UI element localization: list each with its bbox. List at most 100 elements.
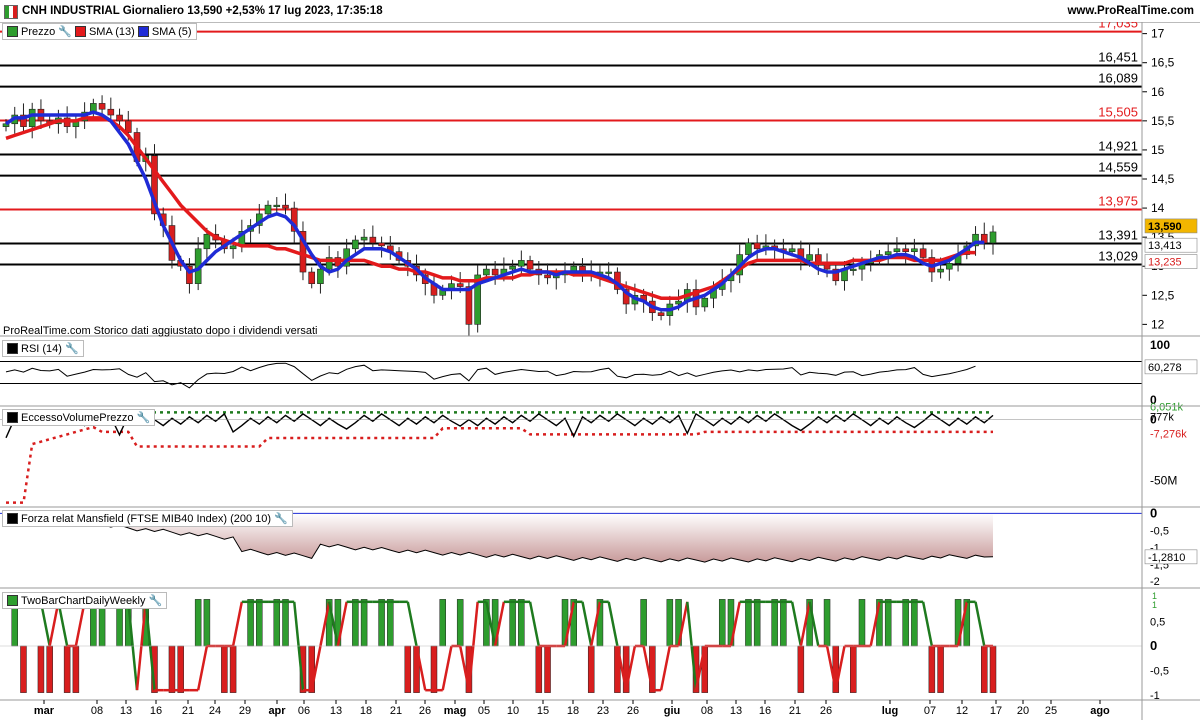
candle-body <box>884 251 892 255</box>
price-panel: 17,035 16,451 16,089 15,505 14,921 14,559 13,9… <box>0 22 1198 336</box>
twobar-bar <box>247 599 254 647</box>
current-price-label: 13,590 <box>1148 221 1182 233</box>
chart-area[interactable]: 17,03516,45116,08915,50514,92114,55913,9… <box>0 22 1200 720</box>
candle-body <box>116 114 123 122</box>
rsi-panel: 100060,278 <box>0 338 1198 407</box>
twobar-bar <box>282 599 289 647</box>
price-tick-label: 15 <box>1151 143 1165 157</box>
rsi-line <box>5 362 976 389</box>
candle-body <box>456 283 464 287</box>
x-tick-label: 21 <box>182 705 194 717</box>
candle-body <box>282 204 289 209</box>
candle-body <box>124 120 132 133</box>
rsi-tick-label: 100 <box>1150 338 1170 352</box>
twobar-bar <box>823 599 831 647</box>
twobar-bar <box>273 599 281 647</box>
twobar-weekly-line <box>528 601 541 647</box>
candle-body <box>893 248 901 252</box>
x-tick-label: 08 <box>91 705 103 717</box>
mansfield-tick-label: 0 <box>1150 505 1157 520</box>
rsi-value-label: 60,278 <box>1148 362 1182 374</box>
twobar-bar <box>352 599 359 647</box>
price-tick-label: 12,5 <box>1151 288 1175 302</box>
candle-body <box>317 268 324 284</box>
candle-body <box>491 268 499 276</box>
twobar-bar <box>404 645 412 693</box>
twobar-bar <box>753 599 761 647</box>
twobar-bar <box>221 645 228 693</box>
twobar-bar <box>430 645 438 693</box>
x-tick-label: 07 <box>924 705 936 717</box>
price-legend: Prezzo 🔧 SMA (13) SMA (5) <box>2 23 197 40</box>
twobar-bar <box>780 599 787 647</box>
candle-body <box>360 236 368 241</box>
x-tick-label: 13 <box>730 705 742 717</box>
twobar-bar <box>544 645 551 693</box>
wrench-icon[interactable]: 🔧 <box>58 25 72 38</box>
price-tick-label: 14,5 <box>1151 172 1175 186</box>
wrench-icon[interactable]: 🔧 <box>149 594 163 607</box>
candle-body <box>378 242 385 247</box>
twobar-weekly-line <box>921 601 934 647</box>
candle-body <box>849 268 857 271</box>
twobar-weekly-line <box>607 601 619 647</box>
price-tick-label: 16 <box>1151 85 1165 99</box>
x-tick-label: 15 <box>537 705 549 717</box>
twobar-bar <box>849 645 857 693</box>
twobar-bar <box>718 599 726 647</box>
rsi-legend: RSI (14) 🔧 <box>2 340 84 357</box>
x-tick-label: 08 <box>701 705 713 717</box>
candle-body <box>264 204 272 215</box>
twobar-legend: TwoBarChartDailyWeekly 🔧 <box>2 592 168 609</box>
candle-body <box>107 108 115 116</box>
mansfield-value-label: -1,2810 <box>1148 552 1185 564</box>
twobar-bar <box>72 645 80 693</box>
mansfield-legend: Forza relat Mansfield (FTSE MIB40 Index)… <box>2 510 293 527</box>
level-label: 16,089 <box>1098 71 1138 86</box>
twobar-weekly-line <box>196 645 209 691</box>
twobar-bar <box>37 645 45 693</box>
header-bar: CNH INDUSTRIAL Giornaliero 13,590 +2,53%… <box>0 0 1200 23</box>
mansfield-swatch-icon <box>7 513 18 524</box>
volume-value-label: -7,276k <box>1150 428 1187 440</box>
twobar-bar <box>797 645 805 693</box>
volume-lower-band <box>6 425 993 504</box>
x-tick-label: 24 <box>209 705 221 717</box>
twobar-bar <box>745 599 752 647</box>
twobar-bar <box>194 599 202 647</box>
wrench-icon[interactable]: 🔧 <box>137 411 151 424</box>
wrench-icon[interactable]: 🔧 <box>274 512 288 525</box>
candle-body <box>352 239 359 250</box>
candle-body <box>465 286 473 325</box>
twobar-bar <box>387 599 394 647</box>
twobar-weekly-line <box>231 601 244 647</box>
twobar-bar <box>229 645 237 693</box>
twobar-bar <box>587 645 595 693</box>
sma13-legend-label: SMA (13) <box>88 25 135 38</box>
x-tick-label: 13 <box>330 705 342 717</box>
price-legend-label: Prezzo <box>21 25 56 38</box>
twobar-bar <box>928 645 936 693</box>
candle-body <box>753 242 761 250</box>
x-tick-label: mag <box>444 705 467 717</box>
x-tick-label: 17 <box>990 705 1002 717</box>
x-tick-label: 16 <box>150 705 162 717</box>
site-link[interactable]: www.ProRealTime.com <box>1067 5 1194 17</box>
price-tick-label: 12 <box>1151 317 1165 331</box>
candle-body <box>98 103 106 110</box>
volume-value-label: 777k <box>1150 412 1174 424</box>
twobar-bar <box>20 645 27 693</box>
chart-title: CNH INDUSTRIAL Giornaliero 13,590 +2,53%… <box>22 5 383 17</box>
candle-body <box>509 265 516 270</box>
x-tick-label: mar <box>34 705 55 717</box>
level-label: 13,029 <box>1098 249 1138 264</box>
x-tick-label: 20 <box>1017 705 1029 717</box>
twobar-panel: 0,50-0,5-111 <box>0 591 1169 702</box>
level-label: 14,559 <box>1098 160 1138 175</box>
volume-label: EccessoVolumePrezzo <box>21 411 134 424</box>
wrench-icon[interactable]: 🔧 <box>65 342 79 355</box>
candle-body <box>483 268 490 276</box>
x-tick-label: 21 <box>390 705 402 717</box>
candle-body <box>989 231 997 244</box>
candle-body <box>788 248 796 252</box>
